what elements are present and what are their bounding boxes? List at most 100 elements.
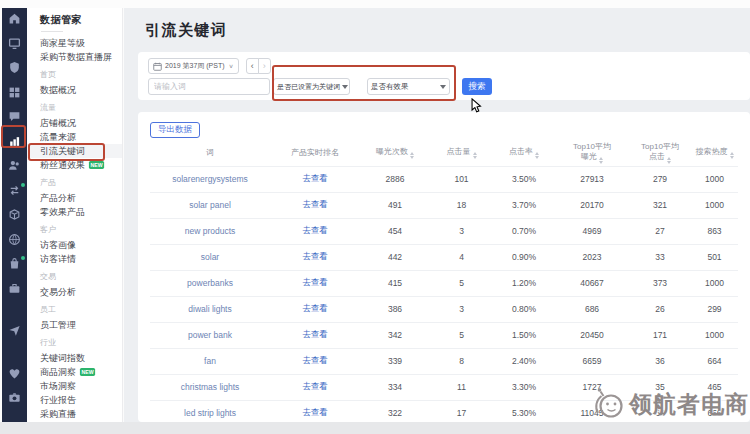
set-as-keyword-select[interactable]: 是否已设置为关键词 [273,78,350,95]
sidebar-item[interactable]: 采购直播 [40,407,122,421]
view-link[interactable]: 去查看 [302,199,328,209]
sort-icon[interactable] [599,157,603,164]
column-header[interactable]: 点击率 [493,140,555,166]
screen-top-margin [0,0,750,8]
sidebar-item[interactable]: 员工管理 [40,318,122,332]
week-picker[interactable]: 2019 第37周 (PST) ∨ [148,58,239,74]
heart-icon[interactable] [8,367,21,380]
ctr-cell: 1.50% [493,322,555,348]
new-badge: NEW [80,368,95,376]
sidebar-item[interactable]: 行业报告 [40,393,122,407]
sidebar-item[interactable]: 交易分析 [40,285,122,299]
sidebar-item[interactable]: 数据概况 [40,83,122,97]
keyword-link[interactable]: solar panel [150,192,270,218]
sidebar: 数据管家 商家星等级采购节数据直播屏首页数据概况流量店铺概况流量来源引流关键词粉… [27,8,123,422]
shield-icon[interactable] [8,61,21,74]
sort-icon[interactable] [667,157,671,164]
clicks-cell: 5 [430,322,493,348]
next-week-button[interactable]: › [258,58,271,74]
sort-icon[interactable] [410,152,414,159]
table-row: solar panel去查看491183.70%201703211000 [150,192,738,218]
top10-clicks-cell: 373 [629,270,691,296]
sidebar-item[interactable]: 关键词指数 [40,351,122,365]
monitor-icon[interactable] [8,37,21,50]
transfer-icon[interactable] [8,184,21,197]
view-link[interactable]: 去查看 [302,407,328,417]
grid-icon[interactable] [8,86,21,99]
briefcase-icon[interactable] [8,282,21,295]
dropdown-caret-icon [342,85,348,89]
watermark-text: 领航者电商 [629,389,749,420]
prev-week-button[interactable]: ‹ [246,58,259,74]
clicks-cell: 4 [430,244,493,270]
bar-chart-icon[interactable] [8,135,21,148]
top10-impressions-cell: 686 [555,296,629,322]
filter-panel: 2019 第37周 (PST) ∨ ‹ › 是否已设置为关键词 是否有效果 搜索 [138,52,750,100]
sort-icon[interactable] [473,152,477,159]
view-link[interactable]: 去查看 [302,381,328,391]
sidebar-item[interactable]: 店铺概况 [40,116,122,130]
chat-icon[interactable] [8,110,21,123]
sidebar-item[interactable]: 产品分析 [40,191,122,205]
view-link[interactable]: 去查看 [302,225,328,235]
export-data-button[interactable]: 导出数据 [150,122,200,138]
keyword-search-input[interactable] [148,78,270,95]
top10-impressions-cell: 20450 [555,322,629,348]
camera-icon[interactable] [8,391,21,404]
keyword-link[interactable]: solarenergysystems [150,166,270,192]
keyword-link[interactable]: solar [150,244,270,270]
column-header[interactable]: 点击量 [430,140,493,166]
sidebar-item[interactable]: 采购节数据直播屏 [40,50,122,64]
ctr-cell: 3.50% [493,166,555,192]
sort-icon[interactable] [730,152,734,159]
keyword-link[interactable]: power bank [150,322,270,348]
top10-impressions-cell: 2023 [555,244,629,270]
sort-icon[interactable] [535,152,539,159]
view-link[interactable]: 去查看 [302,355,328,365]
notification-dot [21,183,25,187]
clicks-cell: 3 [430,218,493,244]
view-link[interactable]: 去查看 [302,173,328,183]
sidebar-item[interactable]: 零效果产品 [40,205,122,219]
package-icon[interactable] [8,208,21,221]
search-button[interactable]: 搜索 [462,78,492,95]
sidebar-item[interactable]: 市场洞察 [40,379,122,393]
keyword-link[interactable]: new products [150,218,270,244]
icon-rail [2,8,27,422]
column-header[interactable]: Top10平均点击 [629,140,691,166]
sidebar-item-label: 产品分析 [40,191,76,205]
users-icon[interactable] [8,159,21,172]
column-header[interactable]: 搜索热度 [691,140,738,166]
sidebar-item-label: 访客画像 [40,238,76,252]
send-icon[interactable] [8,324,21,337]
sidebar-item[interactable]: 访客画像 [40,238,122,252]
sidebar-section-label: 流量 [40,103,122,112]
keyword-link[interactable]: christmas lights [150,374,270,400]
sidebar-section-label: 首页 [40,70,122,79]
sidebar-item[interactable]: 商家星等级 [40,36,122,50]
sidebar-item[interactable]: 引流关键词 [27,144,123,158]
sidebar-item[interactable]: 粉丝通效果NEW [40,158,122,172]
view-link[interactable]: 去查看 [302,251,328,261]
sidebar-item[interactable]: 流量来源 [40,130,122,144]
bag-icon[interactable] [8,257,21,270]
sidebar-item-label: 采购直播 [40,407,76,421]
view-link[interactable]: 去查看 [302,277,328,287]
mouse-cursor [471,98,482,118]
sidebar-item-label: 店铺概况 [40,116,76,130]
view-link[interactable]: 去查看 [302,303,328,313]
has-effect-select[interactable]: 是否有效果 [367,78,450,95]
view-link[interactable]: 去查看 [302,329,328,339]
globe-icon[interactable] [8,233,21,246]
home-icon[interactable] [8,12,21,25]
keyword-link[interactable]: fan [150,348,270,374]
sidebar-item-label: 关键词指数 [40,351,85,365]
sidebar-section-label: 产品 [40,178,122,187]
column-header[interactable]: 曝光次数 [360,140,430,166]
keyword-link[interactable]: diwali lights [150,296,270,322]
sidebar-item[interactable]: 访客详情 [40,252,122,266]
impressions-cell: 342 [360,322,430,348]
keyword-link[interactable]: powerbanks [150,270,270,296]
sidebar-item[interactable]: 商品洞察NEW [40,365,122,379]
column-header[interactable]: Top10平均曝光 [555,140,629,166]
